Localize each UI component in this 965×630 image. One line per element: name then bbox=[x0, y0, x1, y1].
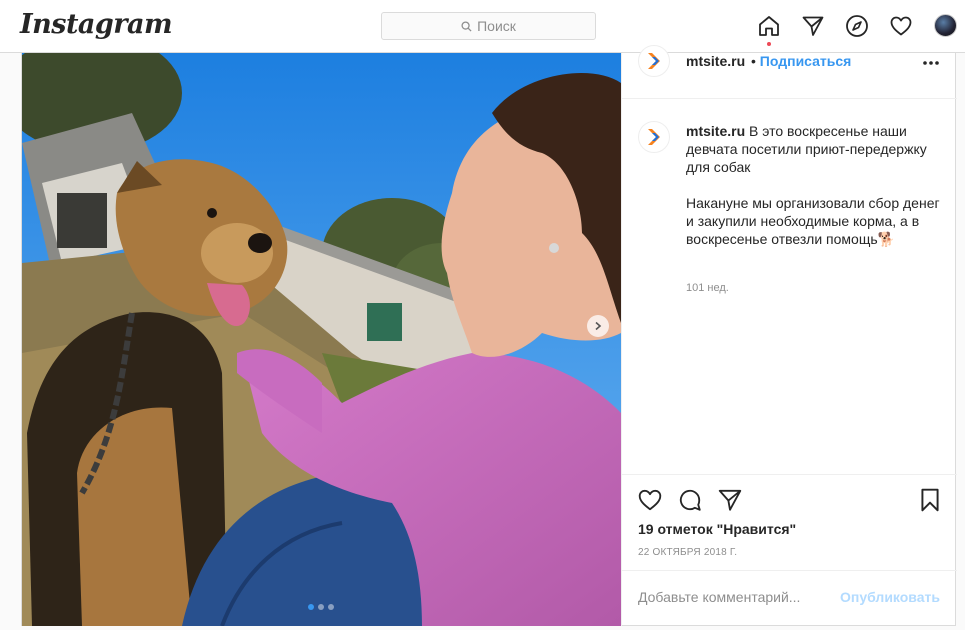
publish-comment-button[interactable]: Опубликовать bbox=[840, 589, 940, 605]
comment-input[interactable] bbox=[638, 589, 828, 605]
caption-username[interactable]: mtsite.ru bbox=[686, 123, 745, 139]
carousel-dot bbox=[318, 604, 324, 610]
direct-icon[interactable] bbox=[801, 14, 825, 38]
instagram-logo[interactable]: Instagram bbox=[20, 9, 173, 40]
explore-icon[interactable] bbox=[845, 14, 869, 38]
add-comment-bar: Опубликовать bbox=[622, 570, 957, 627]
home-icon[interactable] bbox=[757, 14, 781, 38]
search-icon bbox=[461, 20, 472, 32]
carousel-next-button[interactable] bbox=[587, 315, 609, 337]
post-side-panel: mtsite.ru • Подписаться mtsite.ru В это … bbox=[621, 45, 957, 626]
search-placeholder: Поиск bbox=[477, 18, 516, 34]
more-options-icon[interactable] bbox=[922, 60, 940, 66]
caption-timestamp[interactable]: 101 нед. bbox=[686, 282, 729, 294]
brand-logo-icon bbox=[648, 53, 660, 69]
post-header: mtsite.ru • Подписаться bbox=[622, 45, 957, 99]
follow-button[interactable]: • Подписаться bbox=[751, 53, 851, 69]
activity-heart-icon[interactable] bbox=[889, 14, 913, 38]
post-photo[interactable] bbox=[22, 53, 621, 626]
profile-avatar[interactable] bbox=[934, 14, 957, 37]
author-avatar[interactable] bbox=[638, 45, 670, 77]
post-date: 22 ОКТЯБРЯ 2018 Г. bbox=[638, 547, 738, 558]
like-heart-icon[interactable] bbox=[637, 487, 663, 513]
top-navigation-bar: Instagram Поиск bbox=[0, 0, 965, 53]
brand-logo-icon bbox=[648, 129, 660, 145]
post-actions: 19 отметок "Нравится" 22 ОКТЯБРЯ 2018 Г.… bbox=[622, 474, 957, 626]
post-card: mtsite.ru • Подписаться mtsite.ru В это … bbox=[21, 45, 957, 626]
likes-count[interactable]: 19 отметок "Нравится" bbox=[638, 521, 796, 537]
search-box[interactable]: Поиск bbox=[381, 12, 596, 40]
chevron-right-icon bbox=[595, 321, 602, 331]
author-username[interactable]: mtsite.ru bbox=[686, 53, 745, 69]
carousel-indicators bbox=[308, 604, 334, 610]
caption-author-avatar[interactable] bbox=[638, 121, 670, 153]
post-caption: mtsite.ru В это воскресенье наши девчата… bbox=[686, 122, 941, 266]
carousel-dot bbox=[308, 604, 314, 610]
share-icon[interactable] bbox=[717, 487, 743, 513]
active-indicator bbox=[767, 42, 771, 46]
carousel-dot bbox=[328, 604, 334, 610]
comment-icon[interactable] bbox=[677, 487, 703, 513]
save-bookmark-icon[interactable] bbox=[917, 487, 943, 513]
caption-text: Накануне мы организовали сбор денег и за… bbox=[686, 195, 940, 247]
